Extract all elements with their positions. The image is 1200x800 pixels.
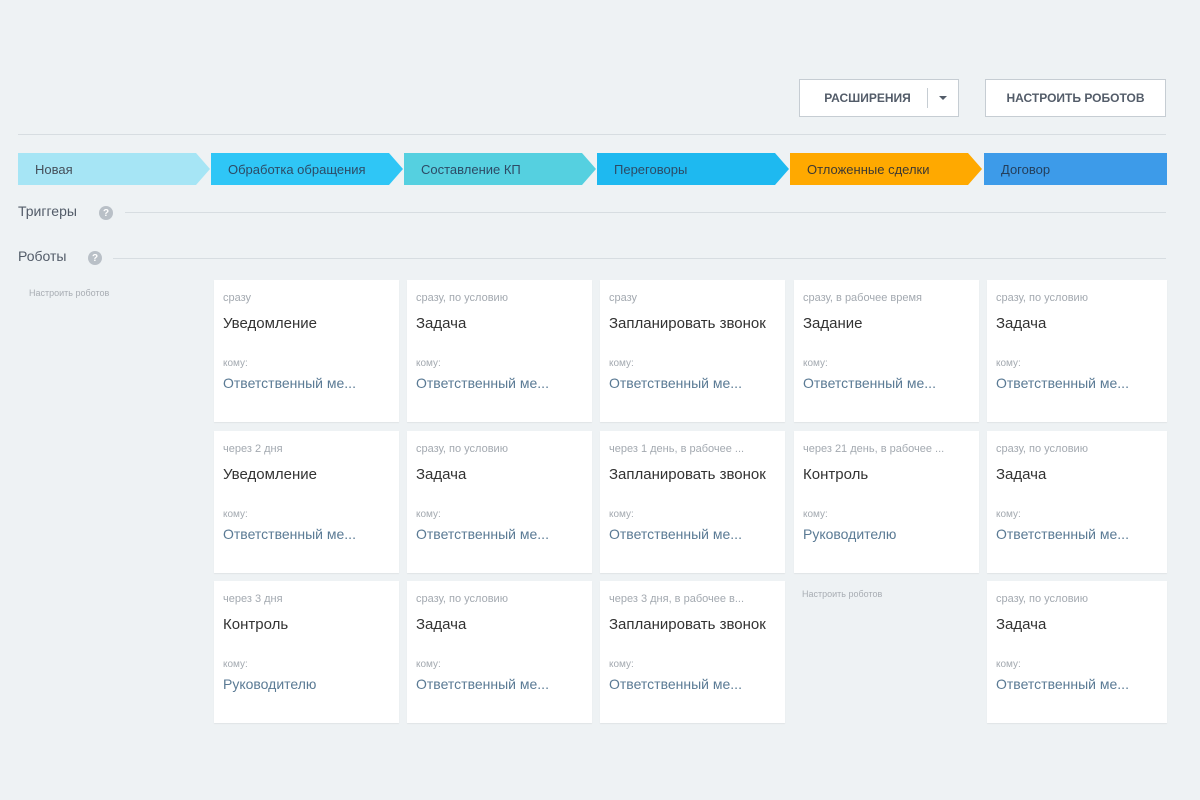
pipeline-stages: Новая Обработка обращения Составление КП… [18, 153, 1167, 185]
stage-label: Отложенные сделки [807, 161, 930, 177]
robot-title: Запланировать звонок [609, 466, 766, 483]
robot-recipient-label: кому: [416, 358, 441, 369]
robot-card[interactable]: через 1 день, в рабочее ... Запланироват… [600, 431, 785, 573]
stage-contract[interactable]: Договор [984, 153, 1167, 185]
robot-title: Задача [996, 315, 1047, 332]
robot-card[interactable]: сразу, по условию Задача кому: Ответстве… [987, 581, 1167, 723]
robot-recipient[interactable]: Ответственный ме... [996, 375, 1158, 391]
robots-label: Роботы [18, 248, 67, 264]
robot-title: Контроль [803, 466, 869, 483]
robot-recipient-label: кому: [609, 509, 634, 520]
robot-timing: сразу [223, 292, 252, 304]
robot-title: Задача [996, 616, 1047, 633]
stage-processing[interactable]: Обработка обращения [211, 153, 403, 185]
robot-title: Задача [416, 616, 467, 633]
robot-recipient-label: кому: [416, 509, 441, 520]
robot-recipient-label: кому: [996, 358, 1021, 369]
robot-timing: через 3 дня [223, 593, 283, 605]
robot-recipient[interactable]: Ответственный ме... [223, 526, 390, 542]
robot-timing: сразу, по условию [996, 443, 1088, 455]
toolbar: Расширения Настроить роботов [799, 79, 1166, 117]
robot-timing: сразу, по условию [416, 443, 508, 455]
stage-negotiation[interactable]: Переговоры [597, 153, 789, 185]
robot-recipient[interactable]: Ответственный ме... [223, 375, 390, 391]
extensions-dropdown-button[interactable]: Расширения [799, 79, 959, 117]
robot-title: Задача [416, 466, 467, 483]
robot-recipient-label: кому: [223, 509, 248, 520]
robot-card[interactable]: сразу, по условию Задача кому: Ответстве… [987, 280, 1167, 422]
robot-title: Задача [416, 315, 467, 332]
robot-title: Задача [996, 466, 1047, 483]
robot-recipient-label: кому: [609, 659, 634, 670]
robot-recipient[interactable]: Ответственный ме... [416, 375, 583, 391]
stage-postponed[interactable]: Отложенные сделки [790, 153, 982, 185]
stage-proposal[interactable]: Составление КП [404, 153, 596, 185]
robot-recipient-label: кому: [223, 659, 248, 670]
robot-timing: сразу, по условию [416, 292, 508, 304]
stage-label: Договор [1001, 161, 1051, 177]
stage-label: Обработка обращения [228, 161, 366, 177]
stage-label: Переговоры [614, 161, 688, 177]
robot-recipient-label: кому: [803, 509, 828, 520]
triggers-divider [125, 212, 1166, 213]
configure-robots-button[interactable]: Настроить роботов [985, 79, 1166, 117]
robot-recipient-label: кому: [996, 659, 1021, 670]
robot-card[interactable]: сразу, по условию Задача кому: Ответстве… [407, 581, 592, 723]
robot-timing: через 21 день, в рабочее ... [803, 443, 945, 455]
robot-recipient[interactable]: Ответственный ме... [609, 676, 776, 692]
robot-recipient[interactable]: Руководителю [223, 676, 390, 692]
robot-title: Запланировать звонок [609, 315, 766, 332]
robot-card[interactable]: сразу, по условию Задача кому: Ответстве… [407, 280, 592, 422]
robot-recipient[interactable]: Руководителю [803, 526, 970, 542]
robot-timing: сразу, в рабочее время [803, 292, 922, 304]
robot-recipient[interactable]: Ответственный ме... [416, 526, 583, 542]
stage-label: Новая [35, 161, 73, 177]
stage-label: Составление КП [421, 161, 521, 177]
robot-recipient-label: кому: [416, 659, 441, 670]
extensions-button-label[interactable]: Расширения [800, 91, 927, 105]
robot-recipient[interactable]: Ответственный ме... [996, 676, 1158, 692]
robot-card[interactable]: через 3 дня Контроль кому: Руководителю [214, 581, 399, 723]
robot-recipient[interactable]: Ответственный ме... [609, 375, 776, 391]
robot-title: Уведомление [223, 466, 318, 483]
robot-title: Уведомление [223, 315, 318, 332]
stage-new[interactable]: Новая [18, 153, 210, 185]
setup-robots-link-new[interactable]: Настроить роботов [29, 288, 109, 298]
robot-timing: через 2 дня [223, 443, 283, 455]
robot-title: Задание [803, 315, 863, 332]
robot-title: Запланировать звонок [609, 616, 766, 633]
robot-recipient[interactable]: Ответственный ме... [609, 526, 776, 542]
header-divider [18, 134, 1166, 135]
robot-recipient-label: кому: [609, 358, 634, 369]
robot-card[interactable]: через 3 дня, в рабочее в... Запланироват… [600, 581, 785, 723]
robot-title: Контроль [223, 616, 289, 633]
robot-recipient[interactable]: Ответственный ме... [803, 375, 970, 391]
robot-timing: сразу, по условию [416, 593, 508, 605]
robot-timing: через 1 день, в рабочее ... [609, 443, 745, 455]
robot-timing: через 3 дня, в рабочее в... [609, 593, 745, 605]
robot-recipient-label: кому: [803, 358, 828, 369]
robot-recipient[interactable]: Ответственный ме... [996, 526, 1158, 542]
robot-recipient-label: кому: [996, 509, 1021, 520]
robot-timing: сразу, по условию [996, 292, 1088, 304]
chevron-down-icon[interactable] [928, 96, 958, 100]
robot-card[interactable]: через 21 день, в рабочее ... Контроль ко… [794, 431, 979, 573]
robot-recipient[interactable]: Ответственный ме... [416, 676, 583, 692]
setup-robots-link-postponed[interactable]: Настроить роботов [802, 589, 882, 599]
robots-divider [113, 258, 1166, 259]
robot-card[interactable]: через 2 дня Уведомление кому: Ответствен… [214, 431, 399, 573]
robot-card[interactable]: сразу Запланировать звонок кому: Ответст… [600, 280, 785, 422]
robot-timing: сразу [609, 292, 638, 304]
robot-card[interactable]: сразу Уведомление кому: Ответственный ме… [214, 280, 399, 422]
triggers-label: Триггеры [18, 203, 77, 219]
triggers-help-icon[interactable]: ? [99, 206, 113, 220]
robot-card[interactable]: сразу, по условию Задача кому: Ответстве… [407, 431, 592, 573]
robot-card[interactable]: сразу, по условию Задача кому: Ответстве… [987, 431, 1167, 573]
robots-help-icon[interactable]: ? [88, 251, 102, 265]
robot-recipient-label: кому: [223, 358, 248, 369]
robot-card[interactable]: сразу, в рабочее время Задание кому: Отв… [794, 280, 979, 422]
robot-timing: сразу, по условию [996, 593, 1088, 605]
